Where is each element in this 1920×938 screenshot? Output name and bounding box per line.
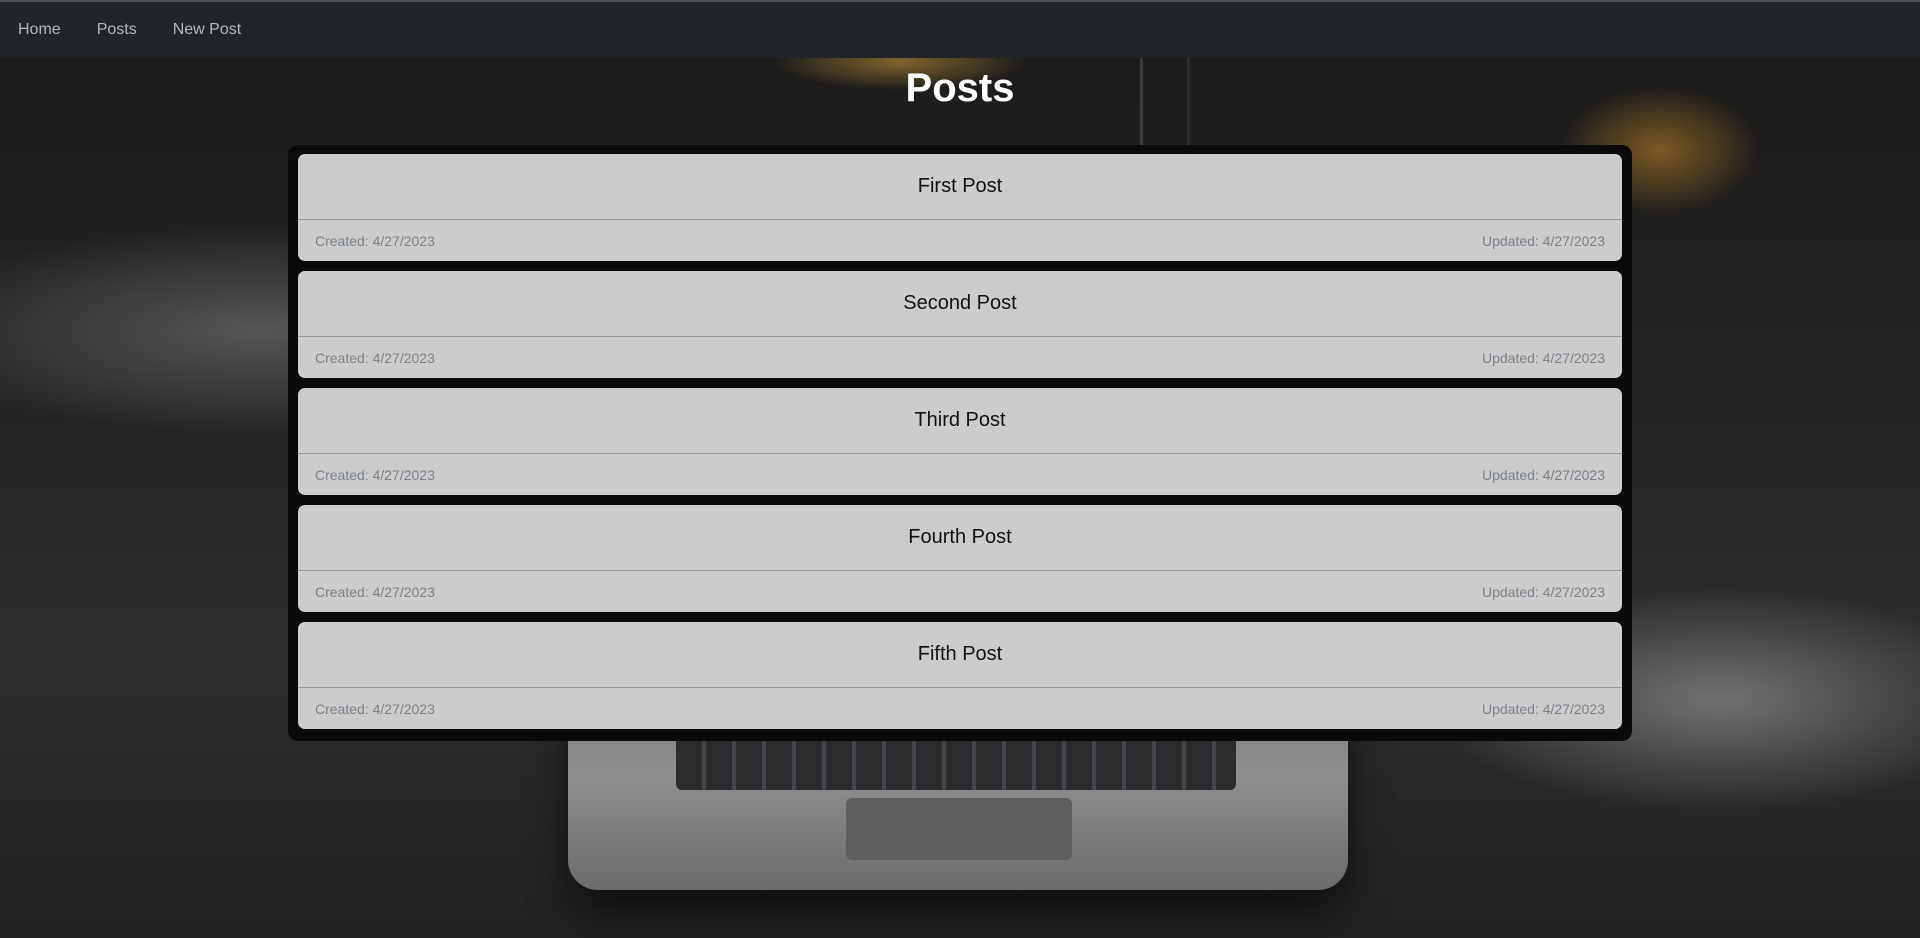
post-title[interactable]: Fifth Post [298,622,1622,688]
post-created-date: Created: 4/27/2023 [315,232,435,249]
post-created-date: Created: 4/27/2023 [315,700,435,717]
post-updated-date: Updated: 4/27/2023 [1482,349,1605,366]
page-title: Posts [905,66,1015,110]
post-meta: Created: 4/27/2023 Updated: 4/27/2023 [298,571,1622,612]
post-title[interactable]: Third Post [298,388,1622,454]
navbar: Home Posts New Post [0,0,1920,58]
page: Home Posts New Post Posts First Post Cre… [0,0,1920,938]
background-trackpad [846,798,1072,860]
post-meta: Created: 4/27/2023 Updated: 4/27/2023 [298,454,1622,495]
post-card[interactable]: Third Post Created: 4/27/2023 Updated: 4… [298,388,1622,495]
post-updated-date: Updated: 4/27/2023 [1482,232,1605,249]
post-card[interactable]: Second Post Created: 4/27/2023 Updated: … [298,271,1622,378]
posts-list: First Post Created: 4/27/2023 Updated: 4… [288,145,1632,741]
nav-link-posts[interactable]: Posts [97,21,137,39]
post-created-date: Created: 4/27/2023 [315,466,435,483]
post-created-date: Created: 4/27/2023 [315,349,435,366]
nav-link-home[interactable]: Home [18,21,61,39]
post-updated-date: Updated: 4/27/2023 [1482,700,1605,717]
post-created-date: Created: 4/27/2023 [315,583,435,600]
post-card[interactable]: First Post Created: 4/27/2023 Updated: 4… [298,154,1622,261]
post-meta: Created: 4/27/2023 Updated: 4/27/2023 [298,220,1622,261]
post-title[interactable]: Fourth Post [298,505,1622,571]
post-title[interactable]: Second Post [298,271,1622,337]
post-meta: Created: 4/27/2023 Updated: 4/27/2023 [298,337,1622,378]
post-updated-date: Updated: 4/27/2023 [1482,466,1605,483]
post-card[interactable]: Fifth Post Created: 4/27/2023 Updated: 4… [298,622,1622,729]
nav-link-new-post[interactable]: New Post [173,21,241,39]
post-card[interactable]: Fourth Post Created: 4/27/2023 Updated: … [298,505,1622,612]
post-meta: Created: 4/27/2023 Updated: 4/27/2023 [298,688,1622,729]
post-title[interactable]: First Post [298,154,1622,220]
post-updated-date: Updated: 4/27/2023 [1482,583,1605,600]
